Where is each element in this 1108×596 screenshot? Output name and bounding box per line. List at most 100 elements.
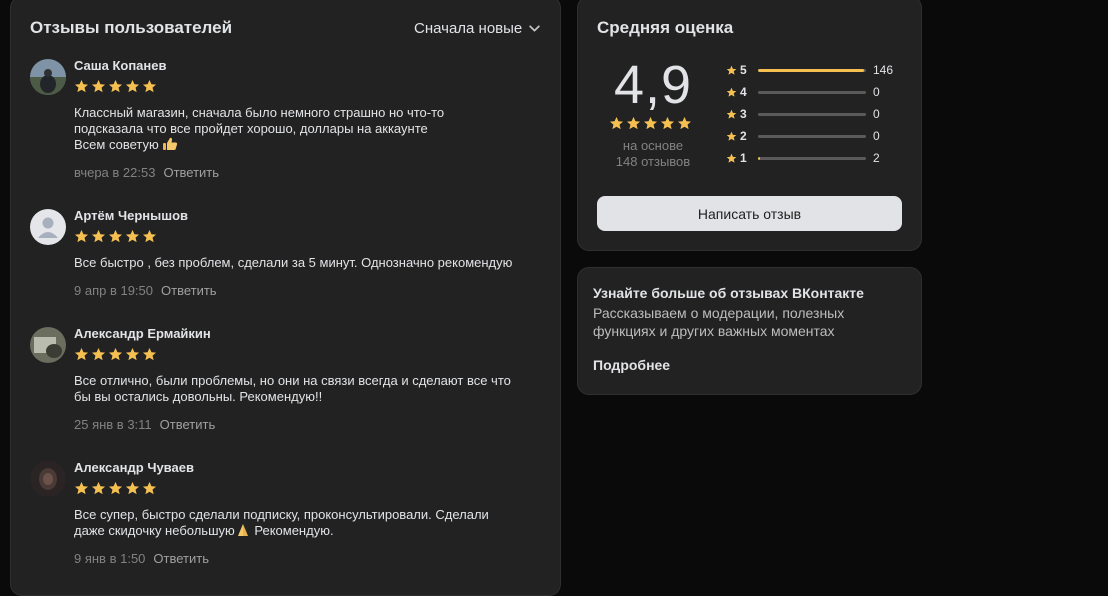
- star-icon: [92, 80, 105, 93]
- star-icon: [726, 65, 737, 75]
- learn-title: Узнайте больше об отзывах ВКонтакте: [593, 285, 864, 301]
- rating-bar-stars: 4: [740, 85, 747, 99]
- review-text: Все супер, быстро сделали подписку, прок…: [74, 507, 549, 539]
- review-date[interactable]: вчера в 22:53: [74, 165, 155, 180]
- rating-title: Средняя оценка: [597, 18, 734, 37]
- review-text-line: Все быстро , без проблем, сделали за 5 м…: [74, 255, 513, 270]
- review-text-line: Всем советую: [74, 137, 159, 152]
- review-date[interactable]: 9 янв в 1:50: [74, 551, 145, 566]
- author-name[interactable]: Александр Чуваев: [74, 460, 194, 475]
- learn-more-panel: Узнайте больше об отзывах ВКонтакте Расс…: [577, 267, 922, 395]
- review-text: Классный магазин, сначала было немного с…: [74, 105, 549, 153]
- star-icon: [143, 348, 156, 361]
- review-text: Все отлично, были проблемы, но они на св…: [74, 373, 549, 405]
- thumbs-up-icon: [163, 137, 178, 150]
- star-icon: [75, 80, 88, 93]
- rating-bar-fill: [758, 156, 760, 160]
- star-icon: [109, 348, 122, 361]
- star-icon: [92, 348, 105, 361]
- review-text-line: бы вы остались довольны. Рекомендую!!: [74, 389, 323, 404]
- star-icon: [661, 117, 674, 130]
- star-icon: [75, 230, 88, 243]
- star-icon: [126, 80, 139, 93]
- review-text: Все быстро , без проблем, сделали за 5 м…: [74, 255, 549, 271]
- reply-link[interactable]: Ответить: [163, 165, 219, 180]
- average-stars: [609, 116, 692, 131]
- review-meta: вчера в 22:53 Ответить: [74, 165, 219, 180]
- reviews-title: Отзывы пользователей: [30, 18, 233, 37]
- more-link[interactable]: Подробнее: [593, 357, 670, 373]
- author-name[interactable]: Артём Чернышов: [74, 208, 188, 223]
- star-icon: [610, 117, 623, 130]
- review-text-line: Все отлично, были проблемы, но они на св…: [74, 373, 511, 388]
- review-text-line: Классный магазин, сначала было немного с…: [74, 105, 445, 120]
- avatar[interactable]: [30, 209, 66, 245]
- review-date[interactable]: 9 апр в 19:50: [74, 283, 153, 298]
- review-meta: 25 янв в 3:11 Ответить: [74, 417, 215, 432]
- star-icon: [75, 482, 88, 495]
- chevron-down-icon: [529, 25, 540, 32]
- rating-bar-row[interactable]: 5 146: [726, 63, 893, 77]
- author-name[interactable]: Саша Копанев: [74, 58, 167, 73]
- rating-bar-stars: 5: [740, 63, 747, 77]
- reply-link[interactable]: Ответить: [161, 283, 217, 298]
- star-icon: [726, 87, 737, 97]
- rating-bar-count: 0: [873, 129, 880, 143]
- rating-bar-stars: 2: [740, 129, 747, 143]
- author-name[interactable]: Александр Ермайкин: [74, 326, 211, 341]
- avatar[interactable]: [30, 59, 66, 95]
- avatar[interactable]: [30, 327, 66, 363]
- rating-stars: [74, 229, 157, 244]
- star-icon: [143, 482, 156, 495]
- rating-bar-stars: 3: [740, 107, 747, 121]
- review-text-line: Рекомендую.: [254, 523, 334, 538]
- star-icon: [644, 117, 657, 130]
- reviews-count: 148 отзывов: [615, 154, 691, 169]
- rating-bar-row[interactable]: 40: [726, 85, 880, 99]
- star-icon: [143, 230, 156, 243]
- sort-dropdown[interactable]: Сначала новые: [414, 20, 541, 37]
- reply-link[interactable]: Ответить: [153, 551, 209, 566]
- based-on-label: на основе: [622, 138, 684, 153]
- rating-bar-row[interactable]: 20: [726, 129, 880, 143]
- rating-bar-track: [758, 68, 866, 72]
- star-icon: [143, 80, 156, 93]
- star-icon: [627, 117, 640, 130]
- average-rating: 4,9: [614, 55, 693, 115]
- avatar[interactable]: [30, 461, 66, 497]
- star-icon: [126, 230, 139, 243]
- review-date[interactable]: 25 янв в 3:11: [74, 417, 152, 432]
- star-icon: [109, 482, 122, 495]
- rating-bar-count: 0: [873, 107, 880, 121]
- review-text-line: даже скидочку небольшую: [74, 523, 235, 538]
- star-icon: [92, 482, 105, 495]
- star-icon: [75, 348, 88, 361]
- praying-hands-icon: [237, 524, 248, 536]
- rating-bar-count: 146: [873, 63, 894, 77]
- star-icon: [726, 109, 737, 119]
- write-review-button[interactable]: Написать отзыв: [597, 196, 902, 231]
- rating-bar-row[interactable]: 12: [726, 151, 880, 165]
- star-icon: [126, 482, 139, 495]
- review-meta: 9 янв в 1:50 Ответить: [74, 551, 209, 566]
- rating-bar-fill: [758, 68, 865, 72]
- star-icon: [109, 80, 122, 93]
- rating-bar-track: [758, 90, 866, 94]
- reply-link[interactable]: Ответить: [160, 417, 216, 432]
- rating-stars: [74, 79, 157, 94]
- rating-bar-track: [758, 156, 866, 160]
- rating-bar-count: 0: [873, 85, 880, 99]
- rating-stars: [74, 481, 157, 496]
- rating-stars: [74, 347, 157, 362]
- review-text-line: Все супер, быстро сделали подписку, прок…: [74, 507, 489, 522]
- rating-bar-count: 2: [873, 151, 880, 165]
- star-icon: [126, 348, 139, 361]
- learn-description: Рассказываем о модерации, полезных функц…: [593, 305, 845, 339]
- star-icon: [92, 230, 105, 243]
- star-icon: [726, 131, 737, 141]
- star-icon: [678, 117, 691, 130]
- rating-bar-stars: 1: [740, 151, 747, 165]
- rating-bar-row[interactable]: 30: [726, 107, 880, 121]
- review-meta: 9 апр в 19:50 Ответить: [74, 283, 217, 298]
- based-on-count: на основе 148 отзывов: [578, 138, 728, 170]
